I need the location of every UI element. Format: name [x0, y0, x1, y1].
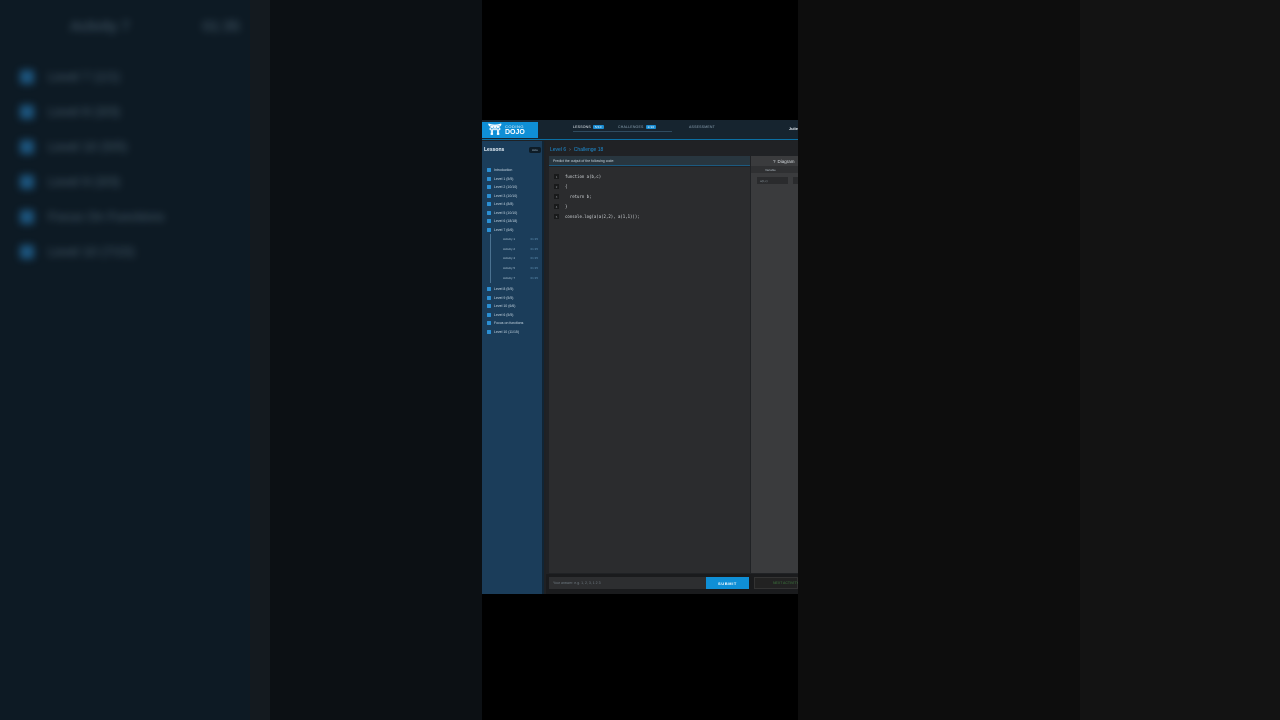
check-icon — [487, 193, 491, 198]
sidebar-subitem[interactable]: Activity 4 01:35 — [490, 253, 543, 264]
sidebar-item[interactable]: Level 10 (11/15) — [487, 327, 543, 336]
nav-assessment[interactable]: ASSESSMENT — [689, 125, 715, 129]
check-icon — [20, 69, 34, 84]
line-number: 2 — [554, 184, 559, 189]
variable-column-header: Variable — [765, 168, 776, 172]
check-icon — [487, 287, 491, 292]
logo-line2: DOJO — [504, 128, 525, 136]
check-icon — [20, 104, 34, 119]
background-blur-right-panel — [1080, 0, 1280, 720]
sidebar-item[interactable]: Level 1 (5/5) — [487, 175, 543, 184]
background-blur-left: Activity 7 01:35 Level 7 (1/1) Level 8 (… — [0, 0, 482, 720]
lessons-sidebar: Lessons Hide Introduction Level 1 (5/5) … — [482, 141, 544, 594]
sidebar-item[interactable]: Level 10 (6/6) — [487, 302, 543, 311]
nav-challenges[interactable]: CHALLENGES 1/10 — [618, 125, 657, 129]
background-list-item: Level 8 (3/3) — [20, 94, 260, 129]
code-line: 4} — [554, 204, 568, 209]
check-icon — [487, 304, 491, 309]
code-line: 3 return b; — [554, 194, 592, 199]
sidebar-item[interactable]: Level 6 (5/5) — [487, 310, 543, 319]
line-number: 5 — [554, 214, 559, 219]
check-icon — [487, 210, 491, 215]
sidebar-title: Lessons — [484, 147, 505, 153]
app-window: ⛩ CODING DOJO LESSONS 5/10 CHALLENGES 1/… — [482, 120, 798, 594]
sidebar-item[interactable]: Focus on functions — [487, 319, 543, 328]
background-list-item: Level 9 (3/3) — [20, 164, 260, 199]
background-list-item: Level 7 (1/1) — [20, 59, 260, 94]
diagram-panel: ? Diagram Variable a(b,c) — [751, 156, 798, 573]
code-line: 1 function a(b,c) — [554, 174, 602, 179]
next-activity-button[interactable]: NEXT ACTIVITY — [754, 577, 798, 589]
question-prompt: Predict the output of the following code… — [549, 156, 750, 166]
nav-lessons-badge: 5/10 — [592, 125, 604, 129]
check-icon — [487, 227, 491, 232]
breadcrumb: Level 6 › Challenge 18 — [550, 147, 603, 153]
check-icon — [487, 312, 491, 317]
check-icon — [487, 329, 491, 334]
check-icon — [487, 295, 491, 300]
sidebar-item[interactable]: Level 4 (8/8) — [487, 200, 543, 209]
sidebar-item[interactable]: Level 2 (10/10) — [487, 183, 543, 192]
nav-challenges-badge: 1/10 — [645, 125, 657, 129]
coding-dojo-logo[interactable]: ⛩ CODING DOJO — [482, 122, 538, 138]
check-icon — [487, 321, 491, 326]
diagram-cell — [793, 177, 798, 184]
sidebar-item[interactable]: Level 8 (5/5) — [487, 285, 543, 294]
sidebar-item[interactable]: Level 3 (10/10) — [487, 192, 543, 201]
background-list-item: Level 10 (5/5) — [20, 129, 260, 164]
diagram-cell: a(b,c) — [757, 177, 788, 184]
top-navigation-bar: ⛩ CODING DOJO LESSONS 5/10 CHALLENGES 1/… — [482, 120, 798, 140]
check-icon — [487, 219, 491, 224]
line-number: 1 — [554, 174, 559, 179]
breadcrumb-challenge: Challenge 18 — [573, 147, 604, 153]
sidebar-item-expanded[interactable]: Level 7 (6/6) — [487, 226, 543, 235]
sidebar-subitem[interactable]: Activity 2 01:35 — [490, 243, 543, 254]
nav-challenges-progress — [575, 131, 672, 132]
check-icon — [20, 209, 34, 224]
check-icon — [20, 139, 34, 154]
diagram-table-header: Variable — [751, 166, 798, 173]
answer-input[interactable] — [549, 577, 707, 589]
sidebar-item[interactable]: Level 6 (18/18) — [487, 217, 543, 226]
check-icon — [487, 185, 491, 190]
background-list-item: Level 10 (7/15) — [20, 234, 260, 269]
user-name[interactable]: Julie — [789, 126, 798, 131]
sidebar-toggle-button[interactable]: Hide — [528, 147, 541, 153]
sidebar-header: Lessons Hide — [482, 145, 544, 155]
background-lesson-list: Activity 7 01:35 Level 7 (1/1) Level 8 (… — [20, 10, 260, 269]
question-icon: ? — [773, 158, 776, 164]
nav-lessons[interactable]: LESSONS 5/10 — [573, 125, 604, 129]
breadcrumb-level[interactable]: Level 6 — [550, 147, 566, 153]
check-icon — [487, 176, 491, 181]
code-line: 2{ — [554, 184, 568, 189]
lesson-list: Introduction Level 1 (5/5) Level 2 (10/1… — [487, 166, 543, 336]
code-line: 5 console.log(a(a(2,2), a(1,1))); — [554, 214, 640, 219]
sidebar-item[interactable]: Introduction — [487, 166, 543, 175]
background-title-time: 01:35 — [202, 18, 240, 35]
code-editor: 1 function a(b,c) 2{ 3 return b; 4} 5 cons… — [549, 167, 750, 573]
background-title-row: Activity 7 01:35 — [20, 10, 260, 59]
tab-diagram[interactable]: ? Diagram — [773, 156, 798, 166]
background-list-item: Focus On Functions — [20, 199, 260, 234]
answer-bar: SUBMIT NEXT ACTIVITY — [546, 574, 798, 594]
line-number: 3 — [554, 194, 559, 199]
sidebar-item[interactable]: Level 5 (10/10) — [487, 209, 543, 218]
torii-gate-icon: ⛩ — [488, 123, 502, 136]
background-title: Activity 7 — [70, 18, 131, 35]
check-icon — [487, 168, 491, 173]
check-icon — [20, 174, 34, 189]
sidebar-subitem[interactable]: Activity 7 01:35 — [490, 273, 543, 283]
sidebar-subitem[interactable]: Activity 1 01:35 — [490, 234, 543, 244]
line-number: 4 — [554, 204, 559, 209]
main-content: Level 6 › Challenge 18 Predict the outpu… — [546, 141, 798, 594]
check-icon — [20, 244, 34, 259]
chevron-right-icon: › — [569, 147, 571, 153]
sidebar-item[interactable]: Level 9 (5/5) — [487, 293, 543, 302]
submit-button[interactable]: SUBMIT — [706, 577, 749, 589]
sidebar-subitem[interactable]: Activity 5 01:35 — [490, 263, 543, 274]
check-icon — [487, 202, 491, 207]
